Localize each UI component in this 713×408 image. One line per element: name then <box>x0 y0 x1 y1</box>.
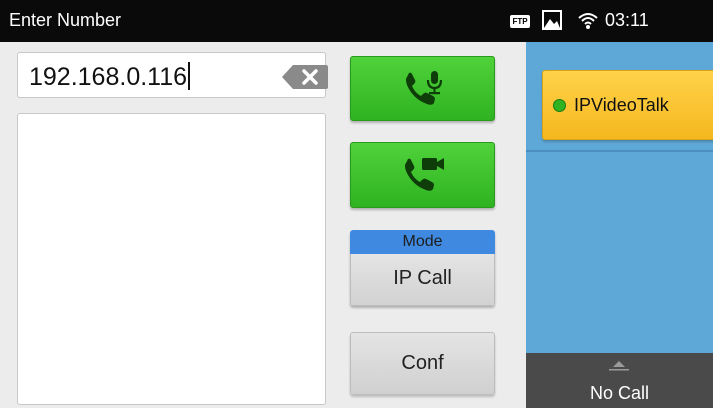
status-bar: Enter Number FTP 03:11 <box>0 0 713 42</box>
call-status-bar[interactable]: No Call <box>526 353 713 408</box>
image-icon <box>542 10 562 30</box>
number-input[interactable]: 192.168.0.116 <box>17 52 329 98</box>
account-list: IPVideoTalk <box>526 42 713 152</box>
expand-up-icon <box>609 361 629 371</box>
account-status-icon <box>553 99 566 112</box>
account-name: IPVideoTalk <box>574 95 669 115</box>
backspace-icon[interactable] <box>281 64 329 90</box>
screen-title: Enter Number <box>9 10 122 30</box>
video-call-button[interactable] <box>350 142 495 208</box>
clock: 03:11 <box>605 10 649 30</box>
conference-button[interactable]: Conf <box>350 332 495 395</box>
ftp-icon: FTP <box>510 15 530 28</box>
phone-mic-icon <box>405 70 442 105</box>
number-input-value: 192.168.0.116 <box>29 62 191 92</box>
mode-label: Mode <box>350 230 495 254</box>
mode-selector[interactable]: Mode IP Call <box>350 230 495 306</box>
dialer-panel: 192.168.0.116 Mode IP Call Conf <box>0 42 526 408</box>
account-panel: IPVideoTalk No Call <box>526 42 713 408</box>
audio-call-button[interactable] <box>350 56 495 121</box>
wifi-icon <box>577 10 599 30</box>
divider <box>526 150 713 152</box>
contact-suggestion-list[interactable] <box>17 113 326 405</box>
text-caret <box>188 62 191 90</box>
account-item-ipvideotalk[interactable]: IPVideoTalk <box>542 70 713 140</box>
call-status-text: No Call <box>589 383 650 403</box>
mode-value: IP Call <box>350 254 495 306</box>
phone-video-icon <box>404 158 444 191</box>
